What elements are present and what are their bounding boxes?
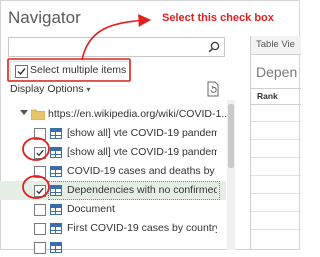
annotation-circle	[22, 137, 50, 161]
annotation-overlay	[7, 14, 152, 199]
annotation-circle	[22, 175, 50, 199]
annotation-arrow	[81, 14, 152, 61]
annotation-highlight-box	[7, 58, 131, 82]
